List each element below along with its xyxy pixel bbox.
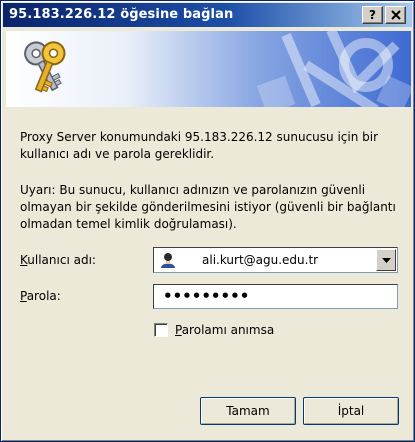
close-icon xyxy=(390,10,401,20)
remember-password-label[interactable]: Parolamı anımsa xyxy=(175,323,274,337)
password-field[interactable]: ••••••••• xyxy=(153,284,398,309)
password-label-text: arola: xyxy=(26,289,61,303)
username-label: Kullanıcı adı: xyxy=(20,253,96,267)
chevron-down-icon xyxy=(381,257,391,263)
keys-icon xyxy=(24,41,66,93)
window-title: 95.183.226.12 öğesine bağlan xyxy=(9,7,234,22)
username-label-text: ullanıcı adı: xyxy=(27,253,96,267)
title-bar[interactable]: 95.183.226.12 öğesine bağlan ? xyxy=(3,3,412,27)
password-label: Parola: xyxy=(20,289,61,303)
remember-label-text: arolamı anımsa xyxy=(181,323,275,337)
username-combobox[interactable]: ali.kurt@agu.edu.tr xyxy=(153,247,398,273)
warning-message: Uyarı: Bu sunucu, kullanıcı adınızın ve … xyxy=(20,183,396,231)
cancel-button[interactable]: İptal xyxy=(303,397,399,425)
login-dialog: 95.183.226.12 öğesine bağlan ? Proxy Ser… xyxy=(0,0,415,442)
user-icon xyxy=(161,253,175,268)
banner xyxy=(6,31,411,107)
password-label-accesskey: P xyxy=(20,289,27,303)
username-dropdown-button[interactable] xyxy=(376,249,396,271)
username-value: ali.kurt@agu.edu.tr xyxy=(202,253,319,267)
ok-button[interactable]: Tamam xyxy=(200,397,296,425)
network-globe-icon xyxy=(256,31,411,107)
close-button[interactable] xyxy=(385,6,406,24)
remember-label-accesskey: P xyxy=(175,323,182,337)
password-value: ••••••••• xyxy=(163,287,250,305)
info-message: Proxy Server konumundaki 95.183.226.12 s… xyxy=(20,130,379,161)
help-button[interactable]: ? xyxy=(362,6,383,24)
remember-password-checkbox[interactable] xyxy=(154,323,168,337)
